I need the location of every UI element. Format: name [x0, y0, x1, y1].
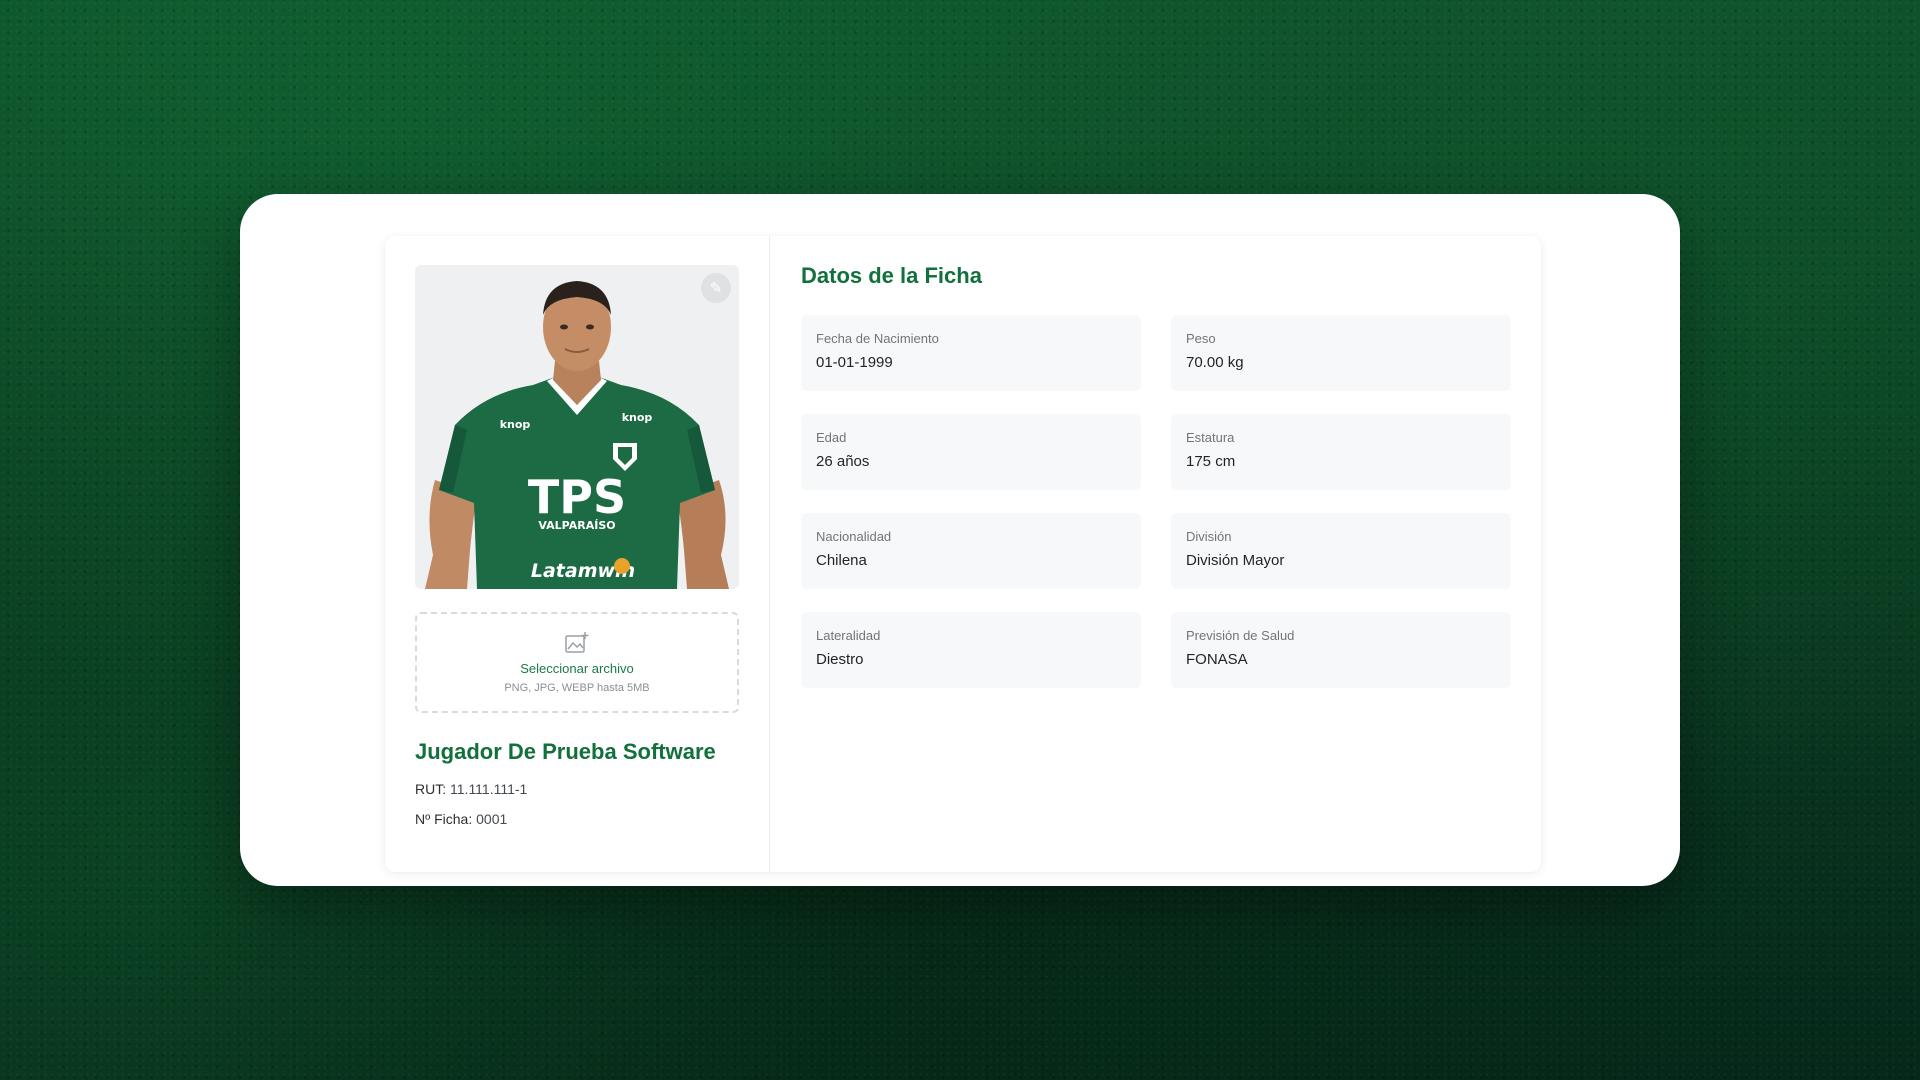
- profile-column: TPS VALPARAÍSO knop knop Latamwin ✎ Sele…: [385, 236, 770, 872]
- ficha-value: 0001: [476, 811, 508, 827]
- player-photo: TPS VALPARAÍSO knop knop Latamwin ✎: [415, 265, 739, 589]
- svg-text:knop: knop: [622, 411, 653, 424]
- field-value: 70.00 kg: [1186, 354, 1244, 371]
- file-types-hint: PNG, JPG, WEBP hasta 5MB: [504, 682, 650, 694]
- field-label: Estatura: [1186, 430, 1235, 445]
- field-label: Edad: [816, 430, 847, 445]
- field-label: Fecha de Nacimiento: [816, 331, 939, 346]
- svg-text:knop: knop: [500, 418, 531, 431]
- details-column: Datos de la Ficha Fecha de Nacimiento 01…: [770, 236, 1541, 872]
- field-health-insurance: Previsión de Salud FONASA: [1171, 612, 1511, 688]
- field-division: División División Mayor: [1171, 513, 1511, 589]
- pencil-icon: ✎: [709, 280, 723, 297]
- details-grid: Fecha de Nacimiento 01-01-1999 Peso 70.0…: [801, 315, 1511, 688]
- field-value: Chilena: [816, 552, 867, 569]
- ficha-label: Nº Ficha:: [415, 811, 473, 827]
- edit-photo-button[interactable]: ✎: [701, 273, 731, 303]
- file-upload-dropzone[interactable]: Seleccionar archivo PNG, JPG, WEBP hasta…: [415, 612, 739, 713]
- image-add-icon: [565, 632, 589, 653]
- field-value: 01-01-1999: [816, 354, 893, 371]
- field-label: Previsión de Salud: [1186, 628, 1295, 643]
- player-illustration: TPS VALPARAÍSO knop knop Latamwin: [425, 281, 729, 589]
- field-age: Edad 26 años: [801, 414, 1141, 490]
- field-weight: Peso 70.00 kg: [1171, 315, 1511, 391]
- rut-label: RUT:: [415, 781, 447, 797]
- field-label: Peso: [1186, 331, 1216, 346]
- player-name: Jugador De Prueba Software: [415, 739, 716, 764]
- field-nationality: Nacionalidad Chilena: [801, 513, 1141, 589]
- field-value: 26 años: [816, 453, 870, 470]
- field-label: Lateralidad: [816, 628, 881, 643]
- field-laterality: Lateralidad Diestro: [801, 612, 1141, 688]
- select-file-label[interactable]: Seleccionar archivo: [520, 661, 633, 676]
- field-value: División Mayor: [1186, 552, 1285, 569]
- field-value: FONASA: [1186, 651, 1248, 668]
- rut-line: RUT: 11.111.111-1: [415, 781, 739, 797]
- jersey-sponsor: TPS: [528, 470, 626, 524]
- field-label: Nacionalidad: [816, 529, 892, 544]
- field-value: 175 cm: [1186, 453, 1236, 470]
- field-height: Estatura 175 cm: [1171, 414, 1511, 490]
- ficha-line: Nº Ficha: 0001: [415, 811, 739, 827]
- field-label: División: [1186, 529, 1232, 544]
- rut-value: 11.111.111-1: [450, 781, 528, 797]
- player-card: TPS VALPARAÍSO knop knop Latamwin ✎ Sele…: [385, 236, 1541, 872]
- field-value: Diestro: [816, 651, 864, 668]
- section-title: Datos de la Ficha: [801, 263, 982, 288]
- outer-card: TPS VALPARAÍSO knop knop Latamwin ✎ Sele…: [240, 194, 1680, 886]
- svg-text:VALPARAÍSO: VALPARAÍSO: [538, 519, 615, 532]
- field-birthdate: Fecha de Nacimiento 01-01-1999: [801, 315, 1141, 391]
